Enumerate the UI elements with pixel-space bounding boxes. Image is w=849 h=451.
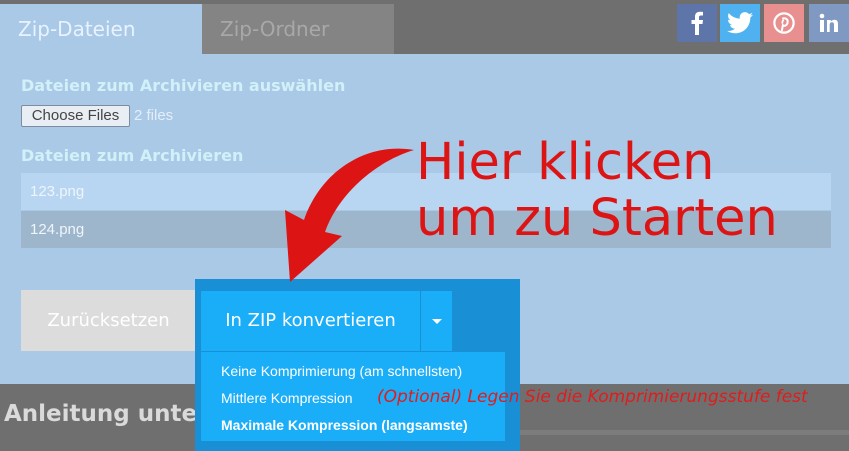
optional-compression-hint: (Optional) Legen Sie die Komprimierungss… (377, 387, 808, 407)
start-hint-line1: Hier klicken (416, 133, 715, 192)
start-hint-line2: um zu Starten (416, 189, 778, 248)
